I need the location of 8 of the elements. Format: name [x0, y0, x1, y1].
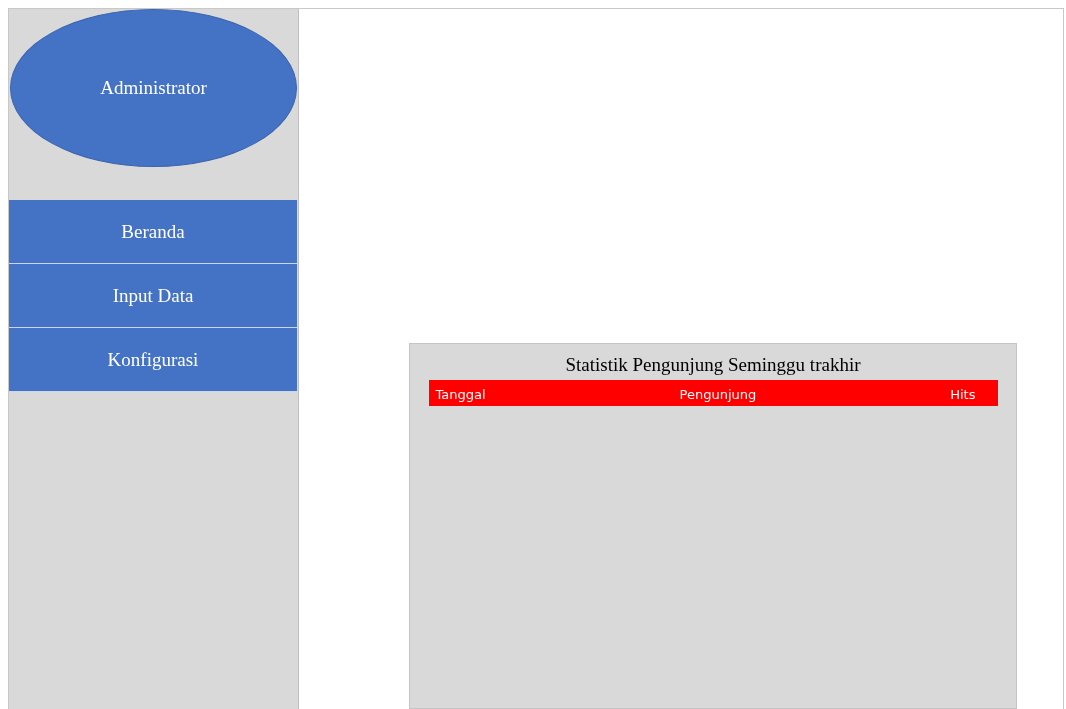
column-header: Pengunjung [679, 386, 757, 402]
panel-title: Statistik Pengunjung Seminggu trakhir [565, 353, 861, 377]
menu-item[interactable]: Beranda [9, 200, 297, 264]
column-header: Tanggal [435, 386, 486, 402]
menu-item[interactable]: Konfigurasi [9, 328, 297, 392]
menu-item[interactable]: Input Data [9, 264, 297, 328]
profile-ellipse: Administrator [10, 9, 297, 167]
column-header: Hits [950, 386, 976, 402]
